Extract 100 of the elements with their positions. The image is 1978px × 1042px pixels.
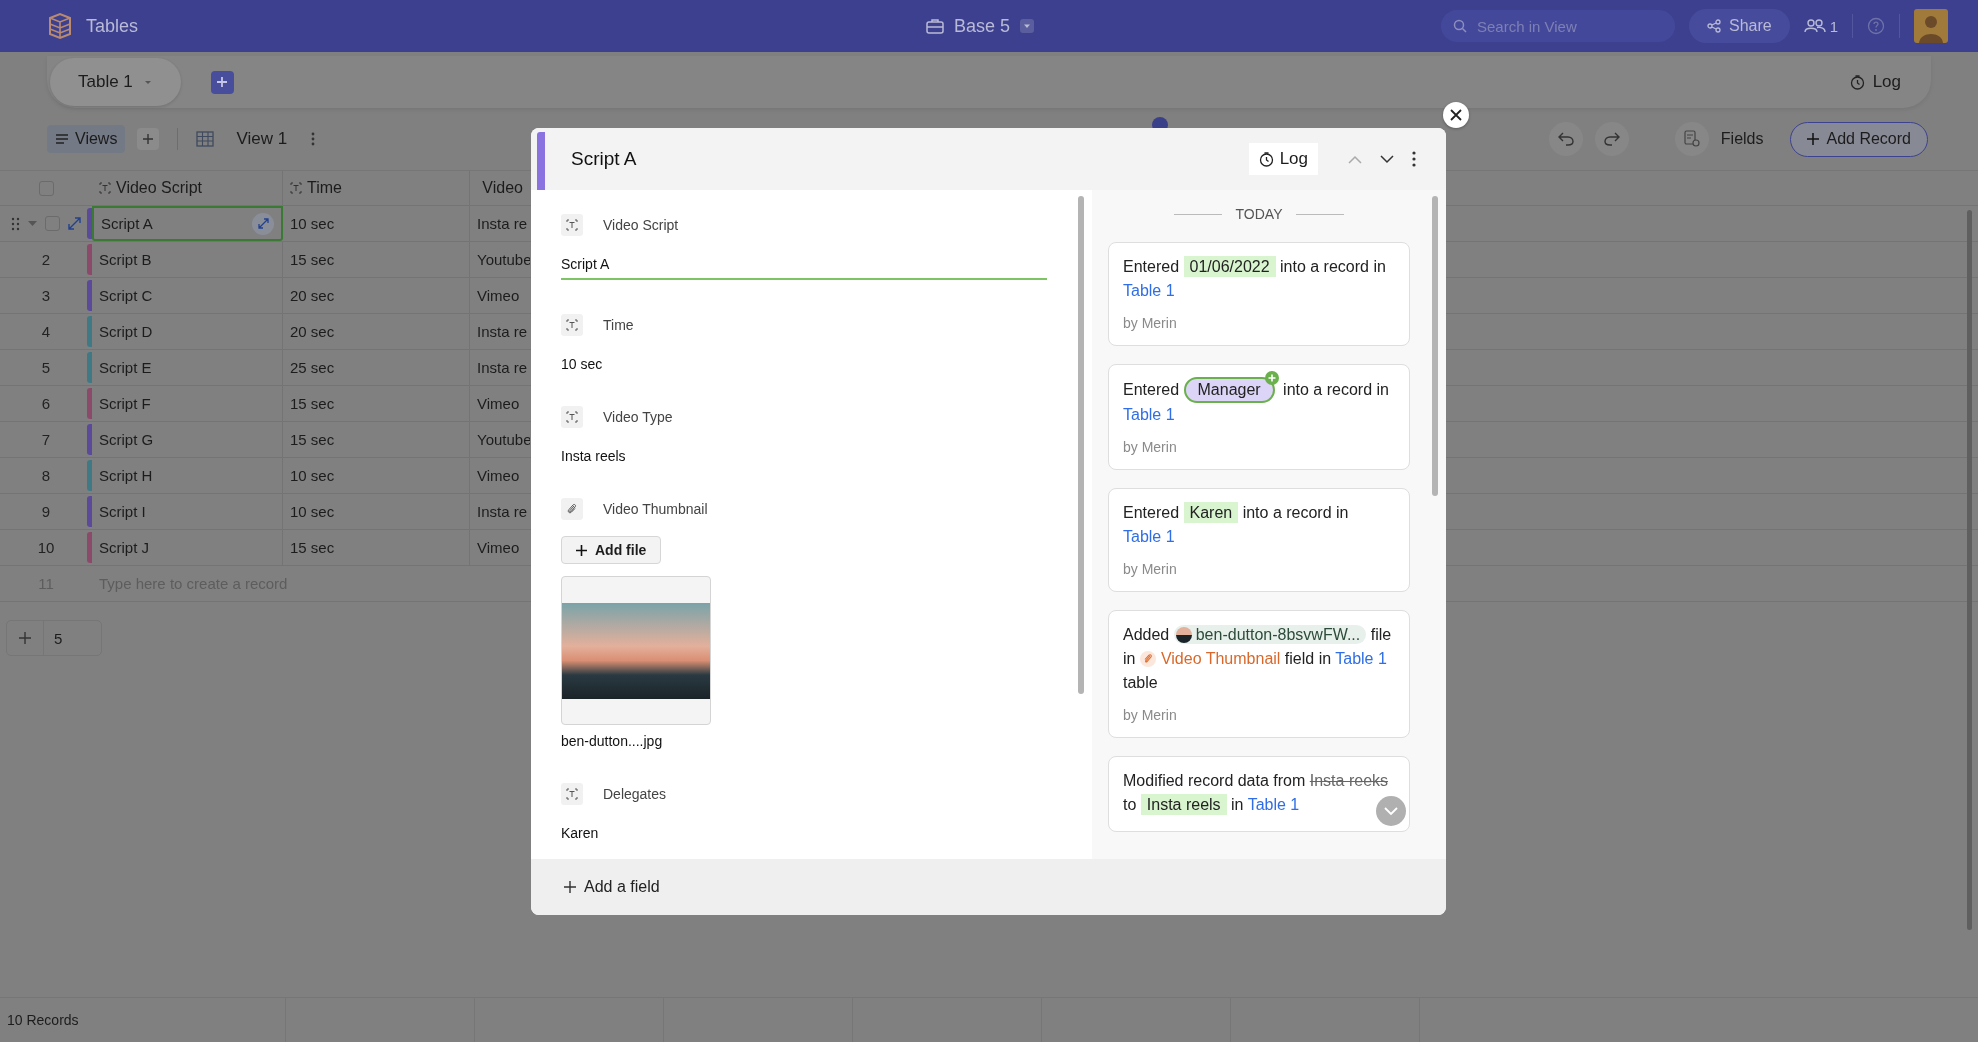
add-record-button[interactable]: Add Record bbox=[1789, 121, 1928, 157]
attachment-card[interactable] bbox=[561, 576, 711, 725]
table-cell[interactable]: Script D bbox=[92, 314, 283, 349]
app-name: Tables bbox=[86, 15, 139, 37]
table-cell[interactable]: Script I bbox=[92, 494, 283, 529]
plus-icon bbox=[1806, 133, 1819, 145]
column-header[interactable]: Video Script bbox=[92, 171, 283, 205]
menu-icon bbox=[55, 133, 69, 145]
add-view-button[interactable] bbox=[137, 128, 160, 150]
text-field-icon bbox=[561, 214, 583, 236]
row-number: 3 bbox=[41, 287, 51, 304]
views-button[interactable]: Views bbox=[47, 125, 126, 153]
plus-badge-icon bbox=[1264, 371, 1279, 385]
drag-handle-icon[interactable] bbox=[11, 216, 20, 231]
close-button[interactable] bbox=[1443, 102, 1469, 128]
column-header[interactable]: Time bbox=[283, 171, 470, 205]
caret-down-icon[interactable] bbox=[1020, 19, 1035, 33]
chevron-down-icon[interactable] bbox=[1380, 154, 1394, 164]
add-file-button[interactable]: Add file bbox=[561, 536, 662, 564]
activity-text: Added ben-dutton-8bsvwFW... file in Video Thumbnail field in Table 1 table bbox=[1123, 624, 1393, 693]
fields-button[interactable]: Fields bbox=[1674, 122, 1764, 156]
help-icon[interactable] bbox=[1867, 17, 1885, 35]
table-link[interactable]: Table 1 bbox=[1123, 528, 1175, 545]
scrollbar[interactable] bbox=[1967, 210, 1972, 930]
table-link[interactable]: Table 1 bbox=[1335, 650, 1387, 667]
log-button[interactable]: Log bbox=[1248, 143, 1318, 175]
add-rows-control[interactable]: 5 bbox=[6, 620, 102, 656]
text-field-icon bbox=[99, 182, 111, 194]
fields-settings-icon bbox=[1682, 130, 1701, 148]
column-header[interactable]: Video bbox=[470, 171, 530, 205]
row-number: 9 bbox=[41, 503, 51, 520]
plus-icon[interactable] bbox=[19, 632, 31, 644]
redo-button[interactable] bbox=[1594, 122, 1629, 156]
table-cell[interactable]: Script B bbox=[92, 242, 283, 277]
collaborators-button[interactable]: 1 bbox=[1803, 17, 1838, 35]
table-cell[interactable]: Script A bbox=[92, 206, 283, 241]
table-cell: 15 sec bbox=[283, 386, 470, 421]
field-value[interactable]: Insta reels bbox=[561, 448, 1047, 464]
table-cell: 10 sec bbox=[283, 458, 470, 493]
table-link[interactable]: Table 1 bbox=[1123, 406, 1175, 423]
table-cell: 15 sec bbox=[283, 422, 470, 457]
table-cell: 20 sec bbox=[283, 314, 470, 349]
file-thumbnail-icon bbox=[1175, 627, 1192, 643]
field-value[interactable]: Karen bbox=[561, 825, 1047, 841]
chevron-up-icon[interactable] bbox=[1348, 154, 1362, 164]
search-field[interactable]: Search in View bbox=[1440, 10, 1675, 42]
field-label: Video Type bbox=[603, 409, 673, 425]
row-number: 10 bbox=[37, 539, 55, 556]
field-label: Delegates bbox=[603, 786, 667, 802]
more-options-icon[interactable] bbox=[1412, 151, 1416, 167]
table-cell-text: Vimeo bbox=[476, 538, 521, 558]
text-field-icon bbox=[290, 182, 302, 194]
paperclip-icon bbox=[1139, 651, 1156, 667]
row-number: 2 bbox=[41, 251, 51, 268]
caret-down-icon[interactable] bbox=[28, 220, 37, 227]
row-number: 5 bbox=[41, 359, 51, 376]
field-value[interactable]: Script A bbox=[561, 256, 1047, 280]
table-link[interactable]: Table 1 bbox=[1123, 282, 1175, 299]
expand-record-icon[interactable] bbox=[252, 212, 274, 235]
activity-text: Entered 01/06/2022 into a record in Table 1 bbox=[1123, 255, 1387, 301]
undo-button[interactable] bbox=[1548, 122, 1583, 156]
table-tab[interactable]: Table 1 bbox=[50, 58, 181, 106]
text-field-icon bbox=[561, 314, 583, 336]
table-cell[interactable]: Script F bbox=[92, 386, 283, 421]
plus-icon bbox=[143, 134, 154, 144]
table-cell[interactable]: Script E bbox=[92, 350, 283, 385]
table-cell[interactable]: Script G bbox=[92, 422, 283, 457]
table-cell: 10 sec bbox=[283, 206, 470, 241]
table-cell[interactable]: Script H bbox=[92, 458, 283, 493]
text-field-icon bbox=[561, 406, 583, 428]
field-label: Video Script bbox=[603, 217, 679, 233]
table-cell-text: Vimeo bbox=[476, 466, 521, 486]
activity-author: by Merin bbox=[1123, 707, 1178, 723]
expand-icon[interactable] bbox=[68, 217, 81, 230]
day-heading: TODAY bbox=[1235, 206, 1283, 222]
share-button[interactable]: Share bbox=[1688, 9, 1790, 43]
table-cell[interactable]: Script J bbox=[92, 530, 283, 565]
base-title[interactable]: Base 5 bbox=[954, 15, 1011, 37]
people-icon bbox=[1803, 19, 1826, 33]
log-button[interactable]: Log bbox=[1849, 72, 1901, 92]
table-cell-text: Vimeo bbox=[476, 286, 521, 306]
row-number: 6 bbox=[41, 395, 51, 412]
file-name: ben-dutton....jpg bbox=[561, 733, 664, 749]
share-icon bbox=[1706, 19, 1721, 33]
table-cell-text: Youtube bbox=[476, 250, 530, 270]
field-label: Video Thumbnail bbox=[603, 501, 708, 517]
record-title: Script A bbox=[571, 148, 637, 170]
user-avatar[interactable] bbox=[1914, 9, 1948, 43]
add-table-button[interactable] bbox=[210, 70, 234, 94]
table-cell-text: Insta re bbox=[476, 322, 529, 342]
activity-text: Entered Manager into a record in Table 1 bbox=[1123, 377, 1395, 427]
add-field-button[interactable]: Add a field bbox=[564, 878, 660, 896]
table-link[interactable]: Table 1 bbox=[1247, 796, 1300, 813]
field-value[interactable]: 10 sec bbox=[561, 356, 1047, 372]
table-cell: 15 sec bbox=[283, 242, 470, 277]
table-cell[interactable]: Script C bbox=[92, 278, 283, 313]
stacked-boxes-logo-icon bbox=[46, 12, 74, 40]
activity-author: by Merin bbox=[1123, 561, 1178, 577]
table-cell-text: Insta re bbox=[476, 358, 529, 378]
view-name[interactable]: View 1 bbox=[236, 129, 288, 149]
